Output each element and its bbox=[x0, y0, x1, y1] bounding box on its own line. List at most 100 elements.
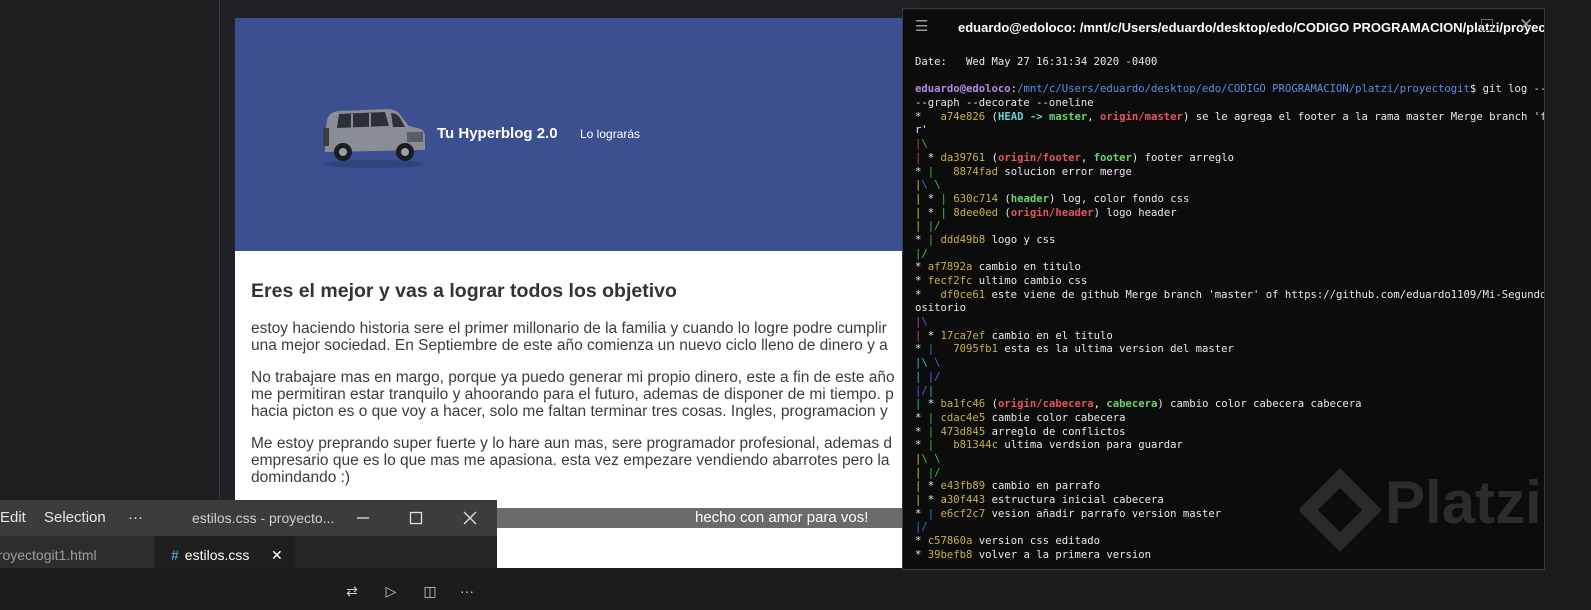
terminal-line: |\ \ bbox=[915, 179, 1540, 193]
terminal-text-segment: | bbox=[915, 329, 928, 342]
terminal-text-segment: logo y css bbox=[985, 233, 1056, 246]
terminal-text-segment: |/ bbox=[915, 384, 928, 397]
terminal-text-segment: * bbox=[921, 151, 941, 164]
terminal-text-segment: ) cambio color cabecera cabecera bbox=[1157, 398, 1362, 411]
terminal-text-segment: | bbox=[915, 494, 928, 506]
terminal-text-segment: * bbox=[915, 165, 928, 178]
terminal-line: * df0ce61 este viene de github Merge bra… bbox=[915, 289, 1544, 303]
terminal-text-segment: * bbox=[915, 261, 928, 274]
terminal-line: Date: Wed May 27 16:31:34 2020 -0400 bbox=[915, 56, 1540, 70]
car-logo-image bbox=[323, 109, 425, 168]
terminal-line: | * ba1fc46 (origin/cabecera, cabecera) … bbox=[915, 398, 1540, 412]
terminal-text-segment: * bbox=[915, 535, 928, 548]
terminal-text-segment: cambio en el titulo bbox=[985, 329, 1113, 342]
menu-selection[interactable]: Selection bbox=[44, 500, 106, 536]
terminal-line: * af7892a cambio en titulo bbox=[915, 261, 1540, 275]
terminal-text-segment: 8dee0ed bbox=[953, 206, 998, 219]
terminal-titlebar: ☰ eduardo@edoloco: /mnt/c/Users/eduardo/… bbox=[903, 9, 1544, 45]
terminal-text-segment: /mnt/c/Users/eduardo/desktop/edo/CODIGO … bbox=[1017, 83, 1470, 96]
terminal-line: |\ bbox=[915, 138, 1540, 152]
terminal-text-segment: cambie color cabecera bbox=[985, 411, 1126, 424]
maximize-icon[interactable] bbox=[1481, 19, 1493, 31]
terminal-line: * | b81344c ultima verdsion para guardar bbox=[915, 439, 1540, 453]
terminal-line: |/| bbox=[915, 385, 1540, 399]
terminal-text-segment: * bbox=[915, 411, 928, 424]
terminal-text-segment: origin/master bbox=[1100, 110, 1183, 123]
run-icon[interactable]: ▷ bbox=[379, 572, 403, 604]
terminal-line: eduardo@edoloco:/mnt/c/Users/eduardo/des… bbox=[915, 83, 1544, 97]
terminal-line: |\ \ bbox=[915, 357, 1540, 371]
maximize-button[interactable] bbox=[393, 500, 439, 536]
terminal-text-segment: footer bbox=[1093, 151, 1132, 164]
menu-more[interactable]: ··· bbox=[128, 500, 143, 536]
terminal-text-segment: ( bbox=[997, 192, 1011, 205]
terminal-text-segment: * bbox=[927, 192, 941, 205]
terminal-text-segment: | bbox=[927, 384, 935, 397]
terminal-text-segment: a74e826 bbox=[940, 110, 986, 123]
menu-edit[interactable]: Edit bbox=[0, 500, 26, 536]
terminal-text-segment: volver a la primera version bbox=[972, 548, 1152, 561]
terminal-text-segment: ( bbox=[985, 398, 998, 411]
terminal-text-segment: estructura inicial cabecera bbox=[985, 494, 1164, 506]
desktop-background bbox=[0, 0, 220, 568]
terminal-text-segment: ddd49b8 bbox=[940, 233, 986, 246]
hamburger-menu-icon[interactable]: ☰ bbox=[915, 17, 928, 35]
terminal-text-segment: esta es la ultima version del master bbox=[997, 343, 1234, 356]
terminal-text-segment: \ bbox=[921, 138, 928, 151]
terminal-text-segment: 8874fad bbox=[953, 165, 998, 178]
terminal-text-segment: header bbox=[1010, 192, 1050, 205]
terminal-text-segment: * bbox=[915, 233, 928, 246]
terminal-text-segment: e43fb89 bbox=[940, 480, 986, 493]
terminal-text-segment: \ bbox=[934, 179, 941, 192]
maximize-icon bbox=[409, 511, 423, 525]
terminal-text-segment: |/ bbox=[915, 521, 928, 534]
paragraph-line: Me estoy preprando super fuerte y lo har… bbox=[251, 435, 893, 452]
compare-changes-icon[interactable]: ⇄ bbox=[340, 572, 364, 604]
terminal-text-segment: a30f443 bbox=[940, 494, 986, 506]
terminal-title: eduardo@edoloco: /mnt/c/Users/eduardo/de… bbox=[958, 20, 1545, 35]
tab-close-icon[interactable]: ✕ bbox=[271, 536, 283, 574]
terminal-text-segment: ) se le agrega el footer a la rama maste… bbox=[1182, 110, 1545, 123]
tab-estilos-css[interactable]: # estilos.css ✕ bbox=[155, 536, 295, 568]
terminal-text-segment: solucion error merge bbox=[997, 165, 1132, 178]
terminal-text-segment: origin/header bbox=[1010, 206, 1094, 219]
split-editor-icon[interactable]: ◫ bbox=[418, 572, 442, 604]
terminal-text-segment: ultimo cambio css bbox=[972, 275, 1088, 287]
terminal-line: | * 17ca7ef cambio en el titulo bbox=[915, 330, 1540, 344]
terminal-text-segment: master bbox=[1048, 110, 1088, 123]
tab-proyectogit1-html[interactable]: proyectogit1.html bbox=[0, 536, 154, 568]
terminal-text-segment: * bbox=[915, 110, 941, 123]
window-title: estilos.css - proyecto... bbox=[192, 510, 335, 526]
terminal-text-segment: 473d845 bbox=[940, 425, 986, 438]
terminal-text-segment: \ bbox=[934, 357, 941, 370]
terminal-text-segment: ) footer arreglo bbox=[1131, 151, 1234, 164]
vscode-titlebar: Edit Selection ··· estilos.css - proyect… bbox=[0, 500, 497, 536]
terminal-line: r' bbox=[915, 124, 1540, 138]
close-icon[interactable]: ✕ bbox=[1519, 15, 1533, 35]
paragraph-1: estoy haciendo historia sere el primer m… bbox=[251, 320, 925, 354]
terminal-text-segment: 39befb8 bbox=[927, 548, 973, 561]
terminal-line: | * | 630c714 (header) log, color fondo … bbox=[915, 193, 1540, 207]
terminal-line: | * da39761 (origin/footer, footer) foot… bbox=[915, 152, 1540, 166]
paragraph-line: domindando :) bbox=[251, 469, 351, 486]
terminal-text-segment: , bbox=[1087, 110, 1101, 123]
terminal-text-segment: | bbox=[915, 206, 928, 219]
terminal-text-segment: arreglo de conflictos bbox=[985, 425, 1126, 438]
terminal-line: | |/ bbox=[915, 371, 1540, 385]
minimize-button[interactable] bbox=[340, 500, 386, 536]
terminal-text-segment: ba1fc46 bbox=[940, 398, 986, 411]
terminal-text-segment: ( bbox=[997, 206, 1011, 219]
terminal-text-segment: | bbox=[915, 398, 928, 411]
terminal-text-segment: 7095fb1 bbox=[953, 343, 998, 356]
paragraph-line: empresario que es lo que mas me apasiona… bbox=[251, 452, 890, 469]
editor-tabs: proyectogit1.html # estilos.css ✕ ⇄ ▷ ◫ ·… bbox=[0, 536, 497, 599]
more-actions-icon[interactable]: ··· bbox=[455, 572, 479, 604]
close-button[interactable] bbox=[447, 500, 493, 536]
terminal-text-segment: |/ bbox=[927, 466, 941, 479]
terminal-text-segment: ositorio bbox=[915, 302, 967, 315]
terminal-text-segment: origin/cabecera bbox=[997, 398, 1094, 411]
terminal-text-segment: b81344c bbox=[953, 439, 998, 452]
terminal-text-segment: | bbox=[915, 370, 928, 383]
close-icon bbox=[463, 511, 477, 525]
